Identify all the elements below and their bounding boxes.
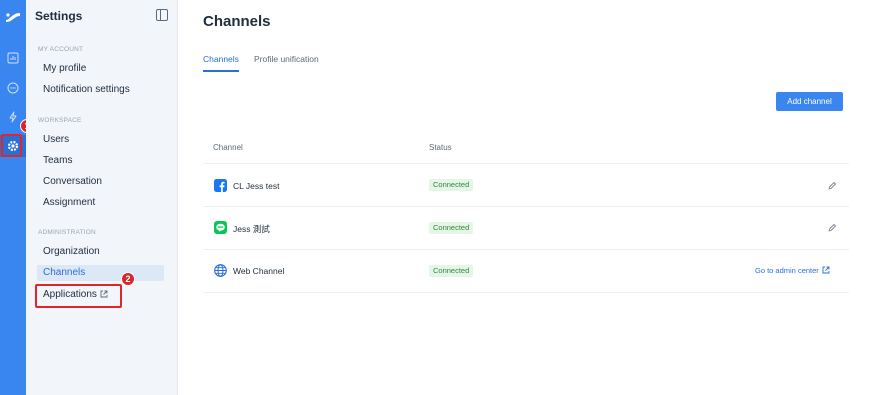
facebook-icon bbox=[214, 179, 227, 192]
sidebar-item-organization[interactable]: Organization bbox=[37, 244, 164, 260]
divider bbox=[203, 249, 849, 250]
channel-name: CL Jess test bbox=[233, 181, 280, 191]
status-badge: Connected bbox=[429, 265, 474, 277]
channel-name: Jess 測試 bbox=[233, 224, 270, 234]
sidebar-title: Settings bbox=[35, 9, 83, 23]
sidebar-item-conversation[interactable]: Conversation bbox=[37, 174, 164, 190]
sidebar-item-users[interactable]: Users bbox=[37, 132, 164, 148]
sidebar-item-notification-settings[interactable]: Notification settings bbox=[37, 82, 164, 98]
go-to-admin-center-link[interactable]: Go to admin center bbox=[755, 266, 830, 275]
sidebar-item-teams[interactable]: Teams bbox=[37, 153, 164, 169]
chat-icon[interactable] bbox=[0, 77, 26, 99]
main-content: Channels Channels Profile unification Ad… bbox=[179, 0, 874, 395]
status-badge: Connected bbox=[429, 179, 474, 191]
column-header-status: Status bbox=[429, 143, 452, 152]
collapse-sidebar-icon[interactable] bbox=[156, 9, 168, 21]
edit-icon[interactable] bbox=[827, 181, 837, 191]
tab-channels[interactable]: Channels bbox=[203, 54, 239, 64]
divider bbox=[203, 163, 849, 164]
tab-profile-unification[interactable]: Profile unification bbox=[254, 54, 319, 64]
divider bbox=[203, 292, 849, 293]
highlight-box-applications bbox=[35, 284, 122, 308]
page-title: Channels bbox=[203, 13, 271, 30]
column-header-channel: Channel bbox=[213, 143, 243, 152]
logo-icon[interactable] bbox=[0, 6, 26, 28]
section-my-account: MY ACCOUNT bbox=[38, 46, 84, 53]
app-rail bbox=[0, 0, 26, 395]
section-administration: ADMINISTRATION bbox=[38, 229, 96, 236]
globe-icon bbox=[214, 264, 227, 277]
sidebar-item-my-profile[interactable]: My profile bbox=[37, 61, 164, 77]
section-workspace: WORKSPACE bbox=[38, 117, 82, 124]
active-tab-indicator bbox=[203, 70, 239, 72]
sidebar-item-assignment[interactable]: Assignment bbox=[37, 195, 164, 211]
sidebar-item-channels[interactable]: Channels bbox=[37, 265, 164, 281]
highlight-box-settings bbox=[1, 134, 22, 157]
channel-name: Web Channel bbox=[233, 266, 285, 276]
annotation-badge-2: 2 bbox=[121, 272, 135, 286]
divider bbox=[203, 206, 849, 207]
status-badge: Connected bbox=[429, 222, 474, 234]
analytics-icon[interactable] bbox=[0, 47, 26, 69]
external-link-icon bbox=[822, 266, 830, 274]
edit-icon[interactable] bbox=[827, 223, 837, 233]
line-icon bbox=[214, 221, 227, 234]
settings-sidebar: Settings MY ACCOUNT My profile Notificat… bbox=[26, 0, 178, 395]
add-channel-button[interactable]: Add channel bbox=[776, 92, 843, 111]
admin-link-label: Go to admin center bbox=[755, 266, 819, 275]
